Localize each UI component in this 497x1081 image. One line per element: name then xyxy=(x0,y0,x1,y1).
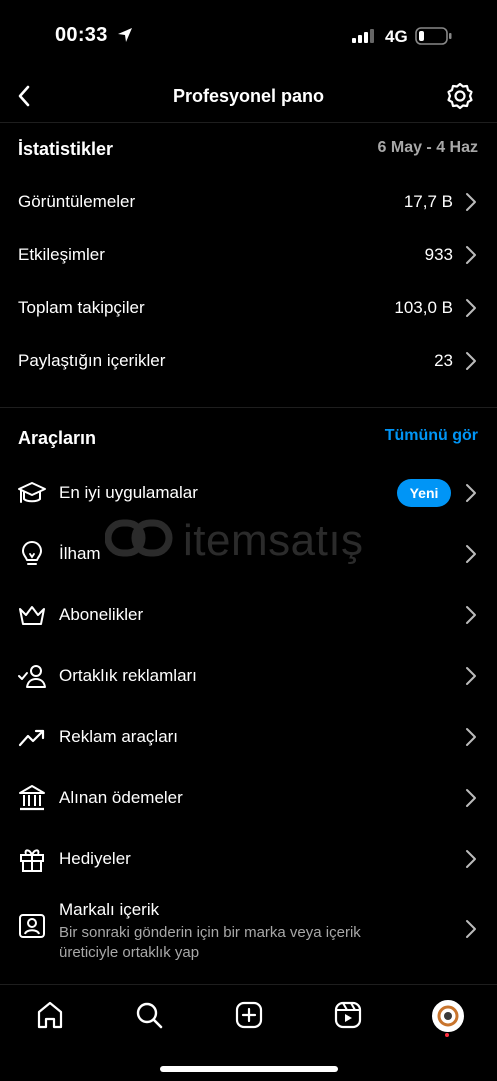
header: Profesyonel pano xyxy=(0,70,497,122)
tool-subscriptions[interactable]: Abonelikler xyxy=(0,585,497,646)
tool-label: En iyi uygulamalar xyxy=(59,483,198,502)
chevron-right-icon xyxy=(466,545,476,563)
home-icon[interactable] xyxy=(35,1000,65,1030)
lightbulb-icon xyxy=(22,541,42,565)
profile-avatar[interactable] xyxy=(432,1000,464,1032)
tool-gifts[interactable]: Hediyeler xyxy=(0,829,497,890)
status-time: 00:33 xyxy=(55,24,108,46)
chevron-right-icon xyxy=(466,606,476,624)
tool-branded-content[interactable]: Markalı içerik Bir sonraki gönderin için… xyxy=(0,890,497,972)
partner-check-icon xyxy=(18,665,46,688)
avatar-image xyxy=(435,1003,461,1029)
chevron-right-icon xyxy=(466,193,476,211)
chevron-right-icon xyxy=(466,246,476,264)
search-icon[interactable] xyxy=(134,1000,164,1030)
section-divider xyxy=(0,407,497,408)
graduation-cap-icon xyxy=(18,482,46,503)
branded-content-icon xyxy=(19,914,45,938)
stat-label: Paylaştığın içerikler xyxy=(18,351,166,370)
tool-best-practices[interactable]: En iyi uygulamalar Yeni xyxy=(0,463,497,524)
tool-label: Alınan ödemeler xyxy=(59,788,183,807)
page-title: Profesyonel pano xyxy=(172,86,325,106)
stats-section-title: İstatistikler xyxy=(18,139,114,159)
tool-inspiration[interactable]: İlham xyxy=(0,524,497,585)
home-indicator xyxy=(160,1066,338,1072)
tools-section-title: Araçların xyxy=(18,428,97,448)
settings-gear-icon[interactable] xyxy=(445,81,475,111)
stat-row-followers[interactable]: Toplam takipçiler 103,0 B xyxy=(0,282,497,335)
stat-value: 17,7 B xyxy=(403,192,453,211)
header-divider xyxy=(0,122,497,123)
crown-icon xyxy=(19,606,45,625)
tool-subtitle: Bir sonraki gönderin için bir marka veya… xyxy=(59,924,361,961)
chevron-right-icon xyxy=(466,667,476,685)
tool-label: Reklam araçları xyxy=(59,727,179,746)
status-bar: 00:33 4G xyxy=(0,0,497,70)
stat-label: Etkileşimler xyxy=(18,245,105,264)
create-icon[interactable] xyxy=(234,1000,264,1030)
stat-row-shared-content[interactable]: Paylaştığın içerikler 23 xyxy=(0,335,497,388)
reels-icon[interactable] xyxy=(333,1000,363,1030)
chevron-right-icon xyxy=(466,789,476,807)
cellular-signal-icon xyxy=(352,29,374,43)
tool-partnership-ads[interactable]: Ortaklık reklamları xyxy=(0,646,497,707)
stat-value: 23 xyxy=(434,351,453,370)
gift-icon xyxy=(20,849,44,872)
tool-label: Ortaklık reklamları xyxy=(59,666,197,685)
stat-row-views[interactable]: Görüntülemeler 17,7 B xyxy=(0,176,497,229)
notification-dot xyxy=(445,1033,449,1037)
stat-label: Görüntülemeler xyxy=(18,192,136,211)
location-arrow-icon xyxy=(118,28,132,42)
tool-ad-tools[interactable]: Reklam araçları xyxy=(0,707,497,768)
trending-up-icon xyxy=(18,729,45,747)
chevron-right-icon xyxy=(466,352,476,370)
stat-value: 933 xyxy=(424,245,453,264)
chevron-right-icon xyxy=(466,850,476,868)
tool-label: İlham xyxy=(59,544,101,563)
tool-payouts[interactable]: Alınan ödemeler xyxy=(0,768,497,829)
see-all-link[interactable]: Tümünü gör xyxy=(385,427,478,445)
tool-label: Hediyeler xyxy=(59,849,131,868)
new-badge: Yeni xyxy=(397,479,451,507)
bank-icon xyxy=(19,785,45,811)
stat-row-interactions[interactable]: Etkileşimler 933 xyxy=(0,229,497,282)
chevron-right-icon xyxy=(466,299,476,317)
stats-date-range[interactable]: 6 May - 4 Haz xyxy=(378,139,478,157)
chevron-right-icon xyxy=(466,920,476,938)
stat-label: Toplam takipçiler xyxy=(18,298,145,317)
network-type: 4G xyxy=(385,27,408,46)
tool-label: Markalı içerik xyxy=(59,900,160,919)
chevron-right-icon xyxy=(466,484,476,502)
stat-value: 103,0 B xyxy=(394,298,453,317)
battery-icon xyxy=(415,27,452,45)
chevron-right-icon xyxy=(466,728,476,746)
tool-label: Abonelikler xyxy=(59,605,144,624)
